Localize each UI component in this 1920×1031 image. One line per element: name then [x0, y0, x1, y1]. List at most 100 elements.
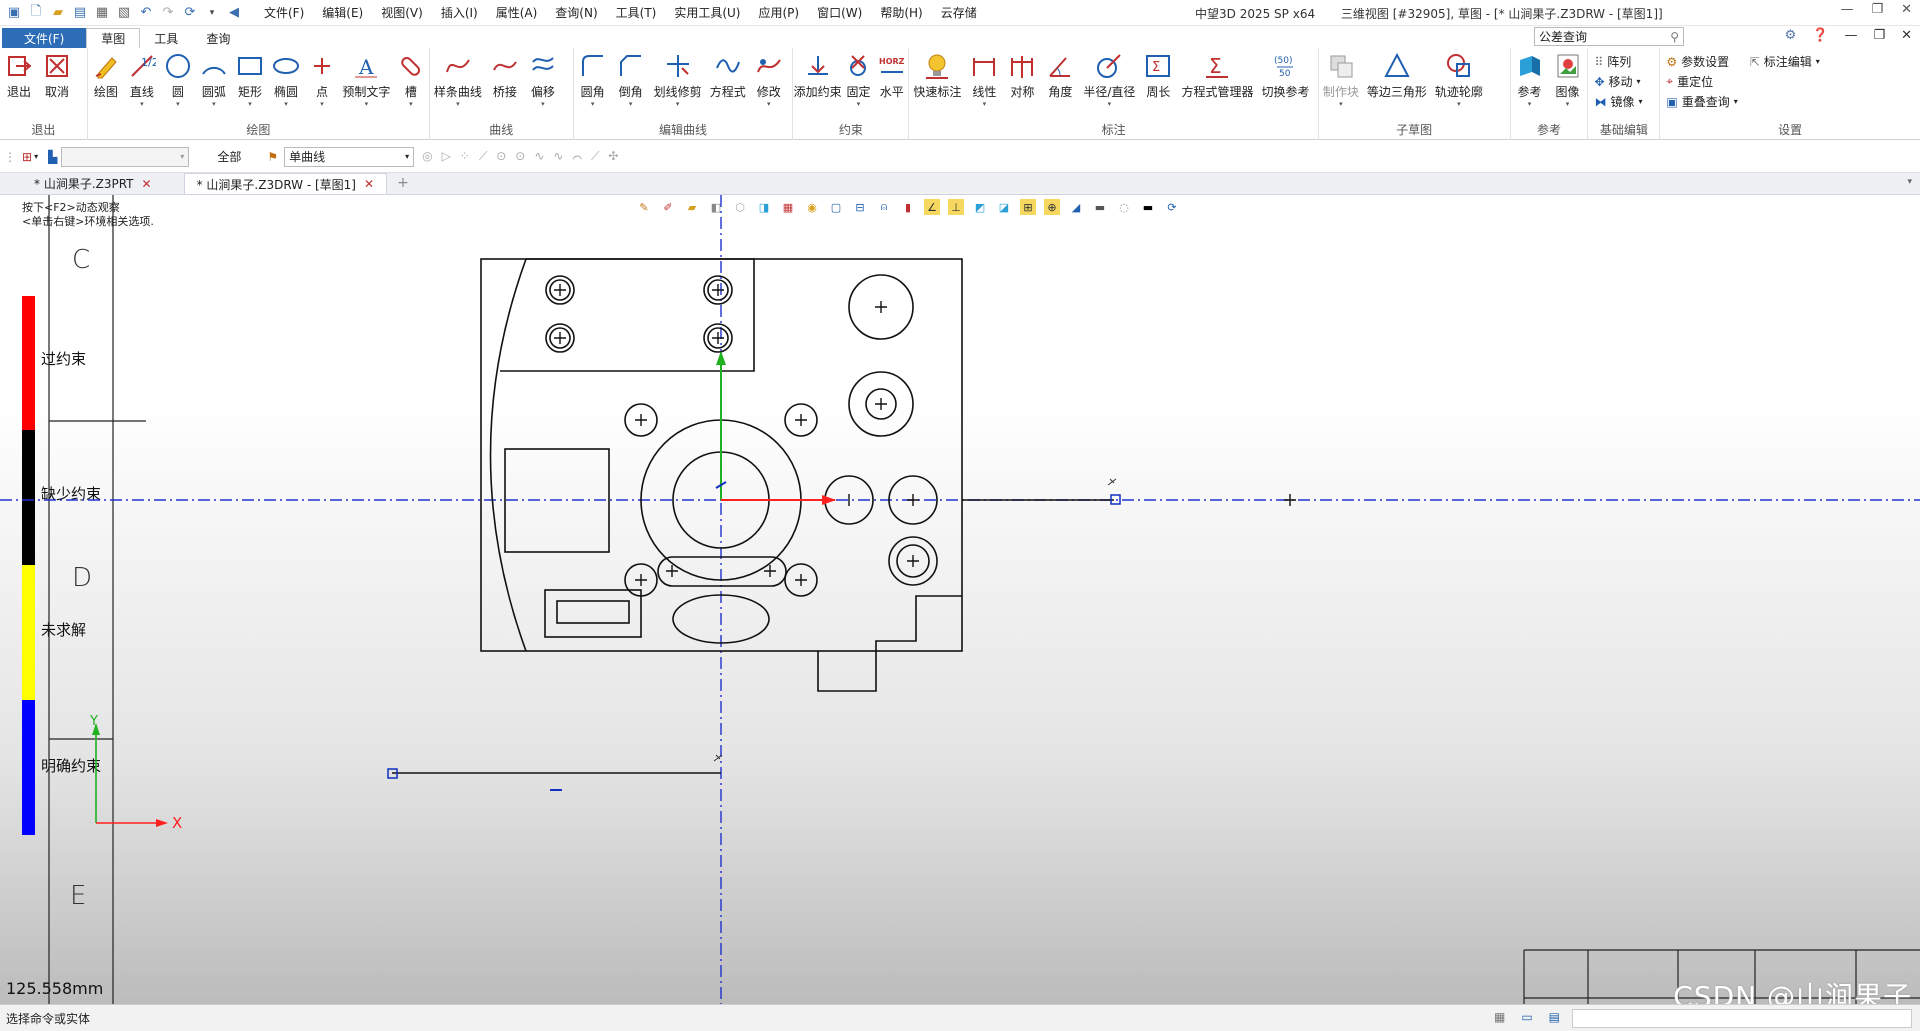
status-monitor-icon[interactable]: ▭	[1521, 1010, 1532, 1024]
restore-icon[interactable]: ❐	[1871, 2, 1883, 17]
command-search-input[interactable]: 公差查询 ⚲	[1534, 27, 1684, 46]
settings-gear-icon[interactable]: ⚙	[1785, 28, 1797, 43]
menu-window[interactable]: 窗口(W)	[817, 4, 862, 21]
image-button[interactable]: 图像 ▾	[1549, 51, 1587, 108]
ribbon-restore-icon[interactable]: ❐	[1873, 28, 1885, 43]
help-icon[interactable]: ❓	[1812, 28, 1828, 43]
trim-button[interactable]: 划线修剪 ▾	[650, 51, 706, 108]
ribbon-close-icon[interactable]: ✕	[1901, 28, 1912, 43]
tab-list-icon[interactable]: ▾	[1907, 177, 1912, 187]
rectangle-button[interactable]: 矩形 ▾	[232, 51, 268, 108]
ellipse-button[interactable]: 椭圆 ▾	[268, 51, 304, 108]
redo-icon[interactable]: ↷	[160, 5, 176, 21]
chevron-down-icon[interactable]: ▾	[34, 152, 38, 161]
menu-utilities[interactable]: 实用工具(U)	[674, 4, 740, 21]
filter-all-label[interactable]: 全部	[217, 148, 241, 165]
ribbon-minimize-icon[interactable]: —	[1844, 28, 1857, 43]
fillet-button[interactable]: 圆角 ▾	[574, 51, 612, 108]
equation-manager-button[interactable]: Σ 方程式管理器	[1177, 51, 1257, 100]
new-file-icon[interactable]: 🗋	[28, 4, 44, 21]
status-window-icon[interactable]: ▤	[1549, 1010, 1560, 1024]
slot-label: 槽	[404, 85, 417, 99]
draw-button[interactable]: 绘图	[88, 51, 124, 100]
horizontal-button[interactable]: HORZ 水平	[875, 51, 908, 100]
status-grid-icon[interactable]: ▦	[1494, 1010, 1505, 1024]
move-button[interactable]: ✥ 移动 ▾	[1594, 73, 1642, 90]
layer-select[interactable]: ▾	[61, 146, 190, 167]
layer-icon[interactable]: ▙	[48, 150, 57, 164]
new-tab-plus-icon[interactable]: +	[397, 175, 409, 191]
annotation-edit-button[interactable]: ⇱ 标注编辑 ▾	[1750, 53, 1820, 70]
customize-dropdown-icon[interactable]: ▾	[204, 5, 220, 21]
exit-button[interactable]: 退出	[0, 51, 38, 100]
collapse-arrow-icon[interactable]: ◀	[226, 5, 242, 21]
menu-help[interactable]: 帮助(H)	[880, 4, 922, 21]
tab-sketch[interactable]: 草图	[86, 28, 141, 48]
array-button[interactable]: ⠿ 阵列	[1594, 53, 1642, 70]
trace-profile-button[interactable]: 轨迹轮廓 ▾	[1431, 51, 1487, 108]
reference-button[interactable]: 参考 ▾	[1511, 51, 1549, 108]
bridge-button[interactable]: 桥接	[486, 51, 524, 100]
toggle-reference-button[interactable]: (50) 50 切换参考	[1257, 51, 1313, 100]
print-icon[interactable]: ▦	[94, 5, 110, 21]
menu-inquire[interactable]: 查询(N)	[555, 4, 597, 21]
slot-button[interactable]: 槽 ▾	[393, 51, 429, 108]
equation-button[interactable]: 方程式	[706, 51, 750, 100]
menu-tools[interactable]: 工具(T)	[616, 4, 657, 21]
rotate-view-icon[interactable]: ⟳	[182, 5, 198, 21]
app-logo-icon[interactable]: ▣	[6, 5, 22, 21]
menu-attribute[interactable]: 属性(A)	[496, 4, 538, 21]
menu-view[interactable]: 视图(V)	[381, 4, 423, 21]
tab-file[interactable]: 文件(F)	[2, 28, 87, 48]
make-block-button[interactable]: 制作块 ▾	[1319, 51, 1363, 108]
angle-button[interactable]: 角度	[1041, 51, 1079, 100]
close-icon[interactable]: ✕	[364, 177, 374, 191]
overlap-query-button[interactable]: ▣ 重叠查询 ▾	[1666, 93, 1737, 110]
minimize-icon[interactable]: —	[1840, 2, 1853, 17]
modify-button[interactable]: 修改 ▾	[750, 51, 788, 108]
command-input[interactable]	[1572, 1009, 1912, 1028]
pick-tools-icons[interactable]: ◎▷⁘⟋⊙⊙∿∿⌒⟋✣	[422, 149, 627, 164]
cancel-button[interactable]: 取消	[38, 51, 76, 100]
perimeter-button[interactable]: Σ 周长	[1139, 51, 1177, 100]
menu-insert[interactable]: 插入(I)	[441, 4, 478, 21]
linear-button[interactable]: 线性 ▾	[965, 51, 1003, 108]
symmetric-button[interactable]: 对称	[1003, 51, 1041, 100]
drawing-canvas[interactable]: 按下<F2>动态观察 <单击右键>环境相关选项. ✎ ✐ ▰ ◧ ⬡ ◨ ▦ ◉…	[0, 195, 1920, 1004]
quick-dimension-button[interactable]: 快速标注	[909, 51, 965, 100]
menu-cloud[interactable]: 云存储	[941, 4, 977, 21]
parameter-settings-button[interactable]: ⚙ 参数设置	[1666, 53, 1737, 70]
tab-inquire[interactable]: 查询	[192, 28, 244, 48]
mirror-button[interactable]: ⧓ 镜像 ▾	[1594, 93, 1642, 110]
menu-file[interactable]: 文件(F)	[264, 4, 304, 21]
add-constraint-button[interactable]: 添加约束	[793, 51, 842, 100]
doc-tab-part[interactable]: * 山涧果子.Z3PRT ✕	[22, 173, 164, 194]
curve-type-select[interactable]: 单曲线 ▾	[284, 146, 415, 167]
preset-text-button[interactable]: A 预制文字 ▾	[340, 51, 393, 108]
close-icon[interactable]: ✕	[1901, 2, 1912, 17]
spline-button[interactable]: 样条曲线 ▾	[430, 51, 486, 108]
doc-tab-drawing[interactable]: * 山涧果子.Z3DRW - [草图1] ✕	[183, 173, 388, 194]
search-icon[interactable]: ⚲	[1670, 30, 1679, 44]
layout-icon[interactable]: ⊞	[22, 150, 32, 164]
filter-icon[interactable]: ⚑	[267, 150, 278, 164]
close-icon[interactable]: ✕	[142, 177, 152, 191]
circle-button[interactable]: 圆 ▾	[160, 51, 196, 108]
equilateral-triangle-button[interactable]: 等边三角形	[1363, 51, 1431, 100]
fix-button[interactable]: 固定 ▾	[842, 51, 875, 108]
menu-apps[interactable]: 应用(P)	[759, 4, 800, 21]
chamfer-button[interactable]: 倒角 ▾	[612, 51, 650, 108]
save-icon[interactable]: ▤	[72, 5, 88, 21]
tab-tools[interactable]: 工具	[140, 28, 192, 48]
point-button[interactable]: 点 ▾	[304, 51, 340, 108]
arc-button[interactable]: 圆弧 ▾	[196, 51, 232, 108]
open-folder-icon[interactable]: ▰	[50, 5, 66, 21]
offset-button[interactable]: 偏移 ▾	[524, 51, 562, 108]
print-preview-icon[interactable]: ▧	[116, 5, 132, 21]
radius-diameter-button[interactable]: 半径/直径 ▾	[1079, 51, 1139, 108]
sketch-geometry[interactable]: Y X	[0, 195, 1920, 1004]
menu-edit[interactable]: 编辑(E)	[322, 4, 363, 21]
undo-icon[interactable]: ↶	[138, 5, 154, 21]
line-button[interactable]: 1/2 直线 ▾	[124, 51, 160, 108]
relocate-button[interactable]: ⌖ 重定位	[1666, 73, 1737, 90]
